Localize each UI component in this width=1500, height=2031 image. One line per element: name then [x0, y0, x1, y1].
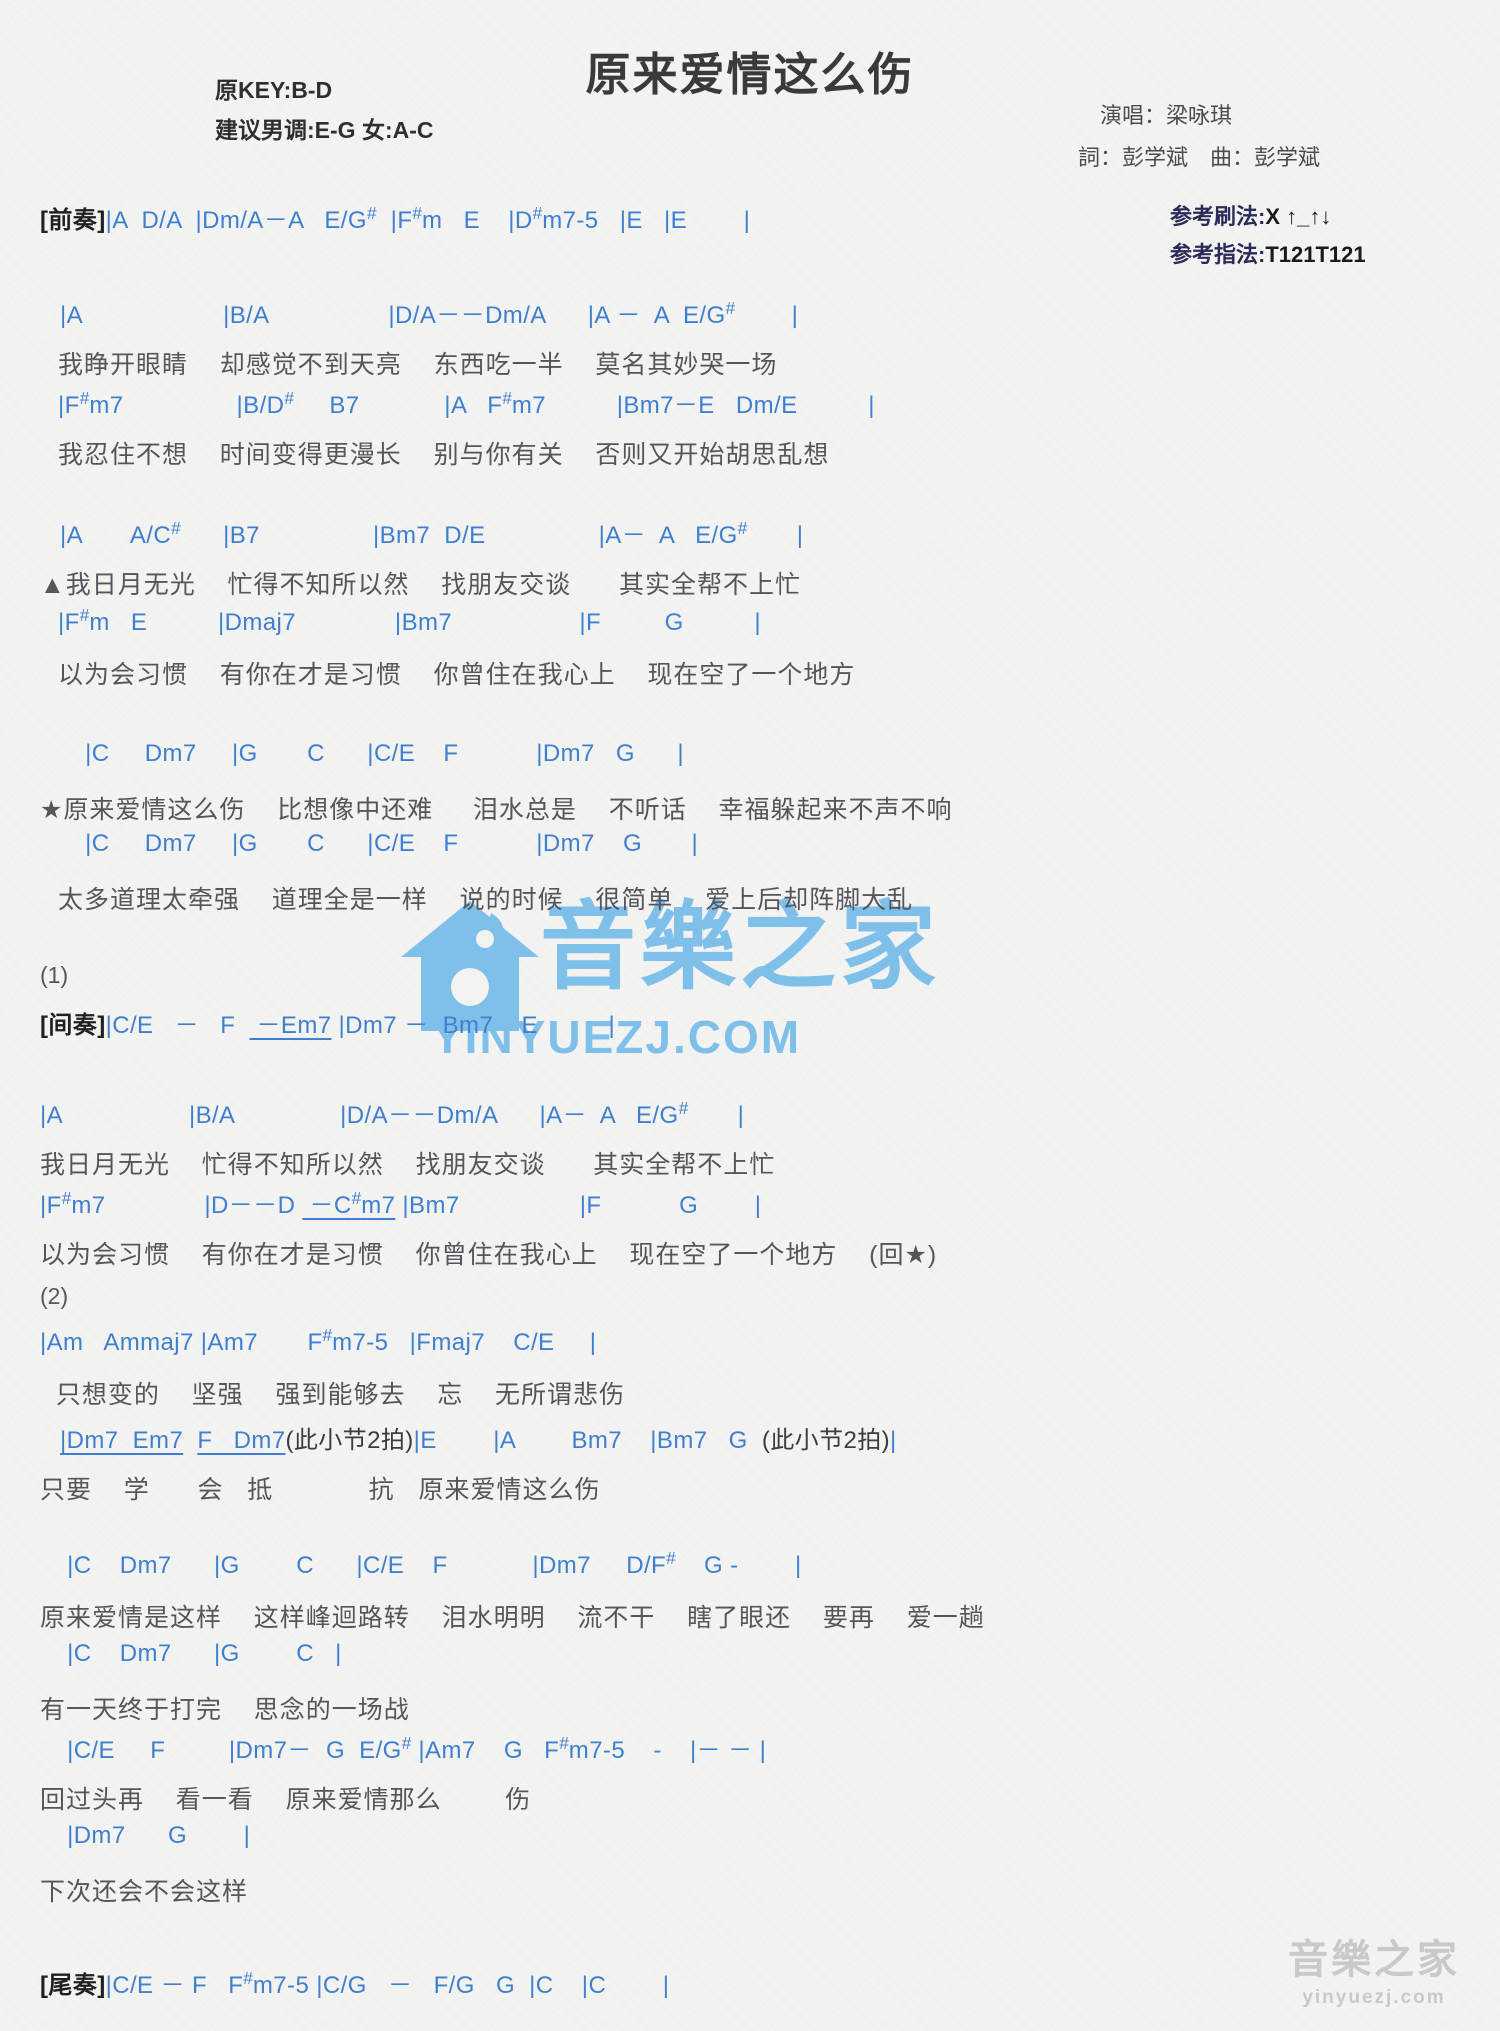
intro-tag: [前奏] — [40, 207, 106, 234]
chorus5-lyrics: 回过头再 看一看 原来爱情那么 伤 — [40, 1786, 532, 1814]
outro-chords: |C/E － F F#m7-5 |C/G － F/G G |C |C | — [105, 1968, 670, 1999]
verse3a-lyrics: 我日月无光 忙得不知所以然 找朋友交谈 其实全帮不上忙 — [40, 1151, 776, 1179]
strum-fingering-info: 参考刷法:X ↑_↑↓ 参考指法:T121T121 — [1170, 198, 1366, 274]
intro-line: [前奏]|A D/A |Dm/A－A E/G# |F#m E |D#m7-5 |… — [40, 200, 750, 235]
verse2b-chords: |F#m E |Dmaj7 |Bm7 |F G | — [58, 605, 762, 636]
chorus4-chords: |C Dm7 |G C | — [60, 1640, 342, 1667]
intro-chords: |A D/A |Dm/A－A E/G# |F#m E |D#m7-5 |E |E… — [105, 203, 751, 234]
chorus6-lyrics: 下次还会不会这样 — [40, 1878, 249, 1906]
outro-line: [尾奏]|C/E － F F#m7-5 |C/G － F/G G |C |C | — [40, 1965, 669, 2000]
verse1a-lyrics: 我睁开眼睛 却感觉不到天亮 东西吃一半 莫名其妙哭一场 — [58, 351, 778, 379]
verse2a-lyrics: ▲我日月无光 忙得不知所以然 找朋友交谈 其实全帮不上忙 — [40, 571, 801, 599]
suggested-key: 建议男调:E-G 女:A-C — [215, 117, 434, 143]
interlude-tag: [间奏] — [40, 1012, 106, 1039]
verse1b-lyrics: 我忍住不想 时间变得更漫长 别与你有关 否则又开始胡思乱想 — [58, 441, 830, 469]
key-info: 原KEY:B-D 建议男调:E-G 女:A-C — [215, 70, 433, 150]
outro-tag: [尾奏] — [40, 1972, 106, 1999]
verse3a-chords: |A |B/A |D/A－－Dm/A |A－ A E/G# | — [40, 1098, 745, 1129]
bar-note-1: (此小节2拍) — [285, 1427, 414, 1454]
bridge2a-chords: |Am Ammaj7 |Am7 F#m7-5 |Fmaj7 C/E | — [40, 1325, 597, 1356]
chorus3-chords: |C Dm7 |G C |C/E F |Dm7 D/F# G - | — [60, 1548, 802, 1579]
chorus2-lyrics: 太多道理太牵强 道理全是一样 说的时候 很简单 爱上后却阵脚大乱 — [58, 886, 914, 914]
mark-1: (1) — [40, 962, 69, 988]
verse2a-chords: |A A/C# |B7 |Bm7 D/E |A－ A E/G# | — [60, 518, 804, 549]
fingering-pattern: 参考指法:T121T121 — [1170, 236, 1366, 274]
chorus4-lyrics: 有一天终于打完 思念的一场战 — [40, 1696, 410, 1724]
verse1a-chords: |A |B/A |D/A－－Dm/A |A － A E/G# | — [60, 298, 799, 329]
chorus5-chords: |C/E F |Dm7－ G E/G# |Am7 G F#m7-5 - |－ －… — [60, 1733, 767, 1764]
original-key: 原KEY:B-D — [215, 77, 333, 103]
strum-label: 参考刷法: — [1170, 204, 1266, 229]
chorus1-lyrics: ★原来爱情这么伤 比想像中还难 泪水总是 不听话 幸福躲起来不声不响 — [40, 796, 953, 824]
chorus3-lyrics: 原来爱情是这样 这样峰迴路转 泪水明明 流不干 瞎了眼还 要再 爱一趟 — [40, 1604, 985, 1632]
fingering-value: T121T121 — [1265, 242, 1366, 267]
verse3b-chords: |F#m7 |D－－D －C#m7 |Bm7 |F G | — [40, 1188, 762, 1219]
bridge2b-chords: |Dm7 Em7 F Dm7(此小节2拍)|E |A Bm7 |Bm7 G (此… — [60, 1427, 897, 1454]
mark-2: (2) — [40, 1283, 69, 1309]
bar-note-2: (此小节2拍) — [761, 1427, 891, 1454]
writer-credit: 詞：彭学斌 曲：彭学斌 — [1078, 145, 1321, 170]
strum-pattern: 参考刷法:X ↑_↑↓ — [1170, 198, 1366, 236]
bridge2a-lyrics: 只想变的 坚强 强到能够去 忘 无所谓悲伤 — [40, 1381, 626, 1409]
bridge2b-lyrics: 只要 学 会 抵 抗 原来爱情这么伤 — [40, 1476, 601, 1504]
interlude-chords: |C/E － F －Em7 |Dm7 － Bm7 E | — [105, 1012, 616, 1039]
verse3b-lyrics: 以为会习惯 有你在才是习惯 你曾住在我心上 现在空了一个地方 (回★) — [40, 1241, 938, 1269]
chorus1-chords: |C Dm7 |G C |C/E F |Dm7 G | — [78, 740, 685, 767]
verse1b-chords: |F#m7 |B/D# B7 |A F#m7 |Bm7－E Dm/E | — [58, 388, 875, 419]
chorus6-chords: |Dm7 G | — [60, 1822, 251, 1849]
interlude-line: [间奏]|C/E － F －Em7 |Dm7 － Bm7 E | — [40, 1005, 615, 1040]
credits: 演唱：梁咏琪 詞：彭学斌 曲：彭学斌 — [1078, 95, 1320, 179]
singer-credit: 演唱：梁咏琪 — [1100, 103, 1233, 128]
verse2b-lyrics: 以为会习惯 有你在才是习惯 你曾住在我心上 现在空了一个地方 — [58, 661, 856, 689]
chorus2-chords: |C Dm7 |G C |C/E F |Dm7 G | — [78, 830, 699, 857]
chord-sheet: 原来爱情这么伤 原KEY:B-D 建议男调:E-G 女:A-C 演唱：梁咏琪 詞… — [0, 0, 1500, 2031]
fingering-label: 参考指法: — [1170, 242, 1266, 267]
strum-value: X ↑_↑↓ — [1265, 204, 1332, 229]
